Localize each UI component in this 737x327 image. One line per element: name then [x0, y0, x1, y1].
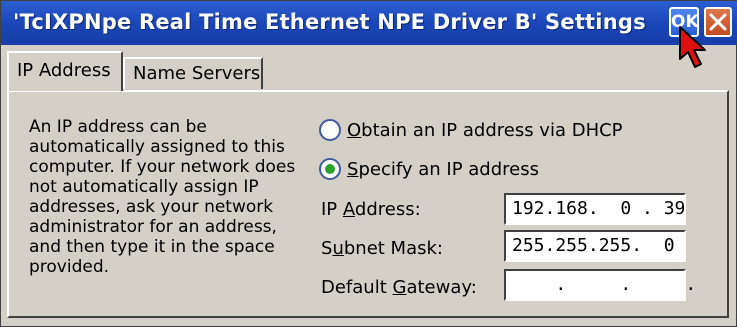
title-bar[interactable]: 'TcIXPNpe Real Time Ethernet NPE Driver …: [1, 1, 737, 68]
settings-dialog: 'TcIXPNpe Real Time Ethernet NPE Driver …: [0, 0, 737, 327]
description-text: An IP address can be automatically assig…: [29, 117, 296, 277]
ip-address-input[interactable]: 192.168. 0 . 39: [504, 193, 686, 225]
dhcp-radio[interactable]: [319, 119, 341, 141]
specify-ip-option[interactable]: Specify an IP address: [319, 158, 539, 180]
ip-address-label: IP Address:: [321, 199, 421, 220]
specify-ip-radio[interactable]: [319, 158, 341, 180]
subnet-mask-input[interactable]: 255.255.255. 0: [504, 230, 686, 262]
tab-ip-address[interactable]: IP Address: [7, 51, 123, 91]
default-gateway-input[interactable]: . . .: [504, 269, 696, 301]
default-gateway-label: Default Gateway:: [321, 277, 477, 298]
tab-strip: IP Address Name Servers: [1, 45, 737, 91]
subnet-mask-label: Subnet Mask:: [321, 238, 443, 259]
dhcp-label: Obtain an IP address via DHCP: [347, 119, 623, 141]
dhcp-option[interactable]: Obtain an IP address via DHCP: [319, 119, 623, 141]
tab-name-servers[interactable]: Name Servers: [123, 57, 263, 89]
window-title: 'TcIXPNpe Real Time Ethernet NPE Driver …: [13, 10, 646, 34]
specify-ip-label: Specify an IP address: [347, 158, 539, 180]
